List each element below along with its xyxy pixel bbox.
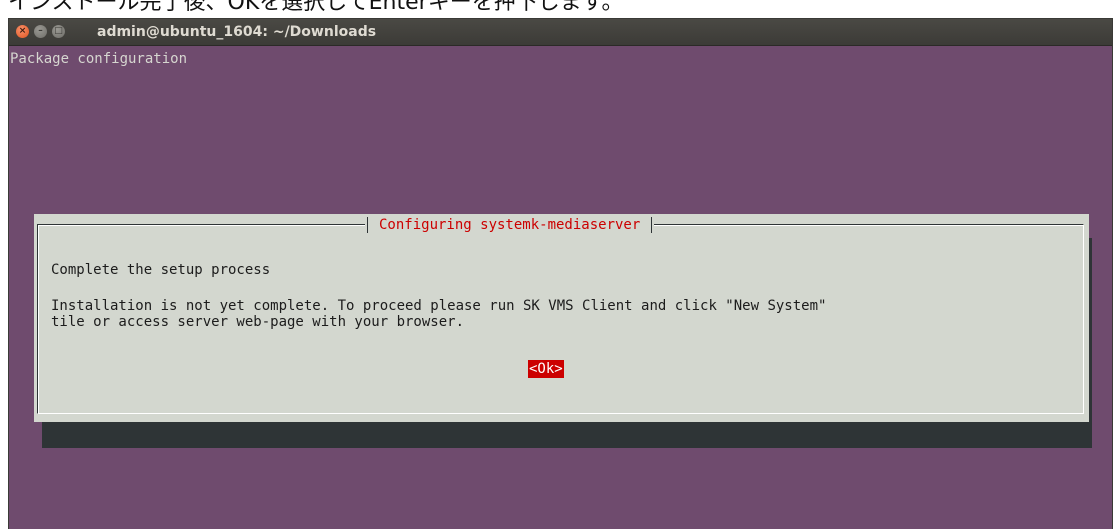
dialog-heading: Complete the setup process — [51, 262, 271, 278]
dialog-title: Configuring systemk-mediaserver — [365, 215, 655, 235]
configure-dialog: Configuring systemk-mediaserver Complete… — [34, 214, 1089, 422]
window-titlebar[interactable]: × – □ admin@ubuntu_1604: ~/Downloads — [9, 19, 1112, 46]
window-title: admin@ubuntu_1604: ~/Downloads — [97, 24, 377, 40]
page-caption: インストール完了後、OKを選択してEnterキーを押下します。 — [8, 0, 624, 15]
dialog-message-line1: Installation is not yet complete. To pro… — [51, 298, 827, 314]
maximize-icon[interactable]: □ — [52, 25, 65, 38]
close-icon[interactable]: × — [16, 25, 29, 38]
terminal-window: × – □ admin@ubuntu_1604: ~/Downloads Pac… — [9, 19, 1112, 529]
minimize-icon[interactable]: – — [34, 25, 47, 38]
dialog-message-line2: tile or access server web-page with your… — [51, 314, 465, 330]
package-configuration-header: Package configuration — [10, 51, 188, 67]
ok-button[interactable]: <Ok> — [528, 360, 564, 378]
terminal-area[interactable]: Package configuration Configuring system… — [9, 46, 1112, 529]
